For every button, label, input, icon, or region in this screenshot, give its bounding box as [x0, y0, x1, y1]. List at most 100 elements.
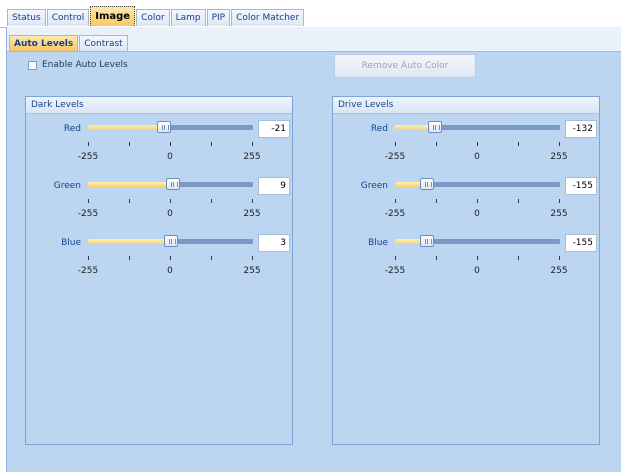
subtab-auto-levels[interactable]: Auto Levels	[9, 35, 79, 51]
scale-min-label: -255	[77, 266, 99, 276]
drive-red-track[interactable]: -255 0 255	[385, 121, 568, 162]
tick	[88, 142, 89, 146]
dark-red-track-fill	[88, 125, 164, 130]
tab-image[interactable]: Image	[90, 6, 136, 26]
scale-mid-label: 0	[474, 152, 480, 162]
drive-green-thumb[interactable]	[420, 178, 434, 190]
tick	[88, 256, 89, 260]
dark-red-label: Red	[63, 124, 81, 134]
tab-status[interactable]: Status	[7, 9, 46, 26]
tick	[88, 199, 89, 203]
tick	[559, 256, 560, 260]
subtab-contrast[interactable]: Contrast	[79, 35, 128, 51]
scale-max-label: 255	[243, 152, 261, 162]
tick	[436, 199, 437, 203]
scale-min-label: -255	[384, 266, 406, 276]
sub-tabs: Auto Levels Contrast	[9, 35, 129, 51]
scale-min-label: -255	[77, 152, 99, 162]
dark-blue-track-fill	[88, 239, 171, 244]
dark-green-track[interactable]: -255 0 255	[78, 178, 261, 219]
dark-blue-track[interactable]: -255 0 255	[78, 235, 261, 276]
tick	[436, 256, 437, 260]
drive-green-value[interactable]: -155	[565, 177, 597, 195]
scale-max-label: 255	[550, 266, 568, 276]
tab-color-matcher[interactable]: Color Matcher	[231, 9, 305, 26]
remove-auto-color-button[interactable]: Remove Auto Color	[334, 54, 476, 78]
dark-red-thumb[interactable]	[157, 121, 171, 133]
tick	[518, 256, 519, 260]
drive-red-slider-row: Red -255 0 255 -132	[333, 120, 599, 172]
tick	[477, 256, 478, 260]
sub-tabstrip: Auto Levels Contrast	[7, 27, 621, 52]
dark-blue-thumb[interactable]	[164, 235, 178, 247]
tick	[170, 142, 171, 146]
tab-color[interactable]: Color	[136, 9, 170, 26]
scale-min-label: -255	[77, 209, 99, 219]
tick	[211, 142, 212, 146]
dark-green-value[interactable]: 9	[258, 177, 290, 195]
scale-mid-label: 0	[167, 266, 173, 276]
tick	[395, 142, 396, 146]
drive-blue-slider-row: Blue -255 0 255 -155	[333, 234, 599, 286]
dark-green-label: Green	[53, 181, 81, 191]
drive-red-value[interactable]: -132	[565, 120, 597, 138]
scale-min-label: -255	[384, 209, 406, 219]
tick	[518, 199, 519, 203]
tick	[170, 199, 171, 203]
enable-auto-levels-label: Enable Auto Levels	[42, 60, 128, 70]
scale-mid-label: 0	[474, 266, 480, 276]
scale-max-label: 255	[243, 266, 261, 276]
scale-min-label: -255	[384, 152, 406, 162]
tab-pip[interactable]: PIP	[206, 9, 231, 26]
dark-green-thumb[interactable]	[166, 178, 180, 190]
tick	[252, 142, 253, 146]
dark-blue-slider-row: Blue -255 0 255 3	[26, 234, 292, 286]
enable-auto-levels-checkbox[interactable]: Enable Auto Levels	[28, 60, 128, 70]
drive-levels-title: Drive Levels	[333, 97, 599, 114]
tick	[129, 142, 130, 146]
tick	[518, 142, 519, 146]
dark-green-slider-row: Green -255 0 255 9	[26, 177, 292, 229]
scale-max-label: 255	[243, 209, 261, 219]
checkbox-box[interactable]	[28, 60, 37, 70]
scale-max-label: 255	[550, 209, 568, 219]
drive-blue-thumb[interactable]	[420, 235, 434, 247]
image-tab-panel: Auto Levels Contrast Enable Auto Levels …	[6, 27, 621, 472]
dark-green-track-fill	[88, 182, 173, 187]
dark-red-slider-row: Red -255 0 255 -21	[26, 120, 292, 172]
tick	[252, 199, 253, 203]
tick	[559, 142, 560, 146]
tick	[252, 256, 253, 260]
tick	[395, 256, 396, 260]
scale-mid-label: 0	[167, 209, 173, 219]
tick	[211, 256, 212, 260]
dark-blue-value[interactable]: 3	[258, 234, 290, 252]
drive-green-label: Green	[360, 181, 388, 191]
dark-levels-title: Dark Levels	[26, 97, 292, 114]
scale-mid-label: 0	[474, 209, 480, 219]
drive-green-slider-row: Green -255 0 255 -155	[333, 177, 599, 229]
tick	[477, 142, 478, 146]
scale-max-label: 255	[550, 152, 568, 162]
main-tabs: Status Control Image Color Lamp PIP Colo…	[7, 6, 305, 26]
tab-control[interactable]: Control	[46, 9, 90, 26]
dark-levels-group: Dark Levels Red -255 0 255 -21 Green -25…	[25, 96, 293, 445]
drive-blue-value[interactable]: -155	[565, 234, 597, 252]
tick	[211, 199, 212, 203]
dark-red-value[interactable]: -21	[258, 120, 290, 138]
main-tabstrip: Status Control Image Color Lamp PIP Colo…	[0, 0, 621, 28]
drive-levels-group: Drive Levels Red -255 0 255 -132 Green -…	[332, 96, 600, 445]
drive-blue-track[interactable]: -255 0 255	[385, 235, 568, 276]
drive-red-thumb[interactable]	[428, 121, 442, 133]
drive-red-label: Red	[370, 124, 388, 134]
tab-lamp[interactable]: Lamp	[170, 9, 206, 26]
dark-red-track[interactable]: -255 0 255	[78, 121, 261, 162]
tick	[559, 199, 560, 203]
tick	[129, 199, 130, 203]
scale-mid-label: 0	[167, 152, 173, 162]
drive-green-track[interactable]: -255 0 255	[385, 178, 568, 219]
tick	[477, 199, 478, 203]
tick	[170, 256, 171, 260]
dark-blue-label: Blue	[61, 238, 81, 248]
tick	[129, 256, 130, 260]
